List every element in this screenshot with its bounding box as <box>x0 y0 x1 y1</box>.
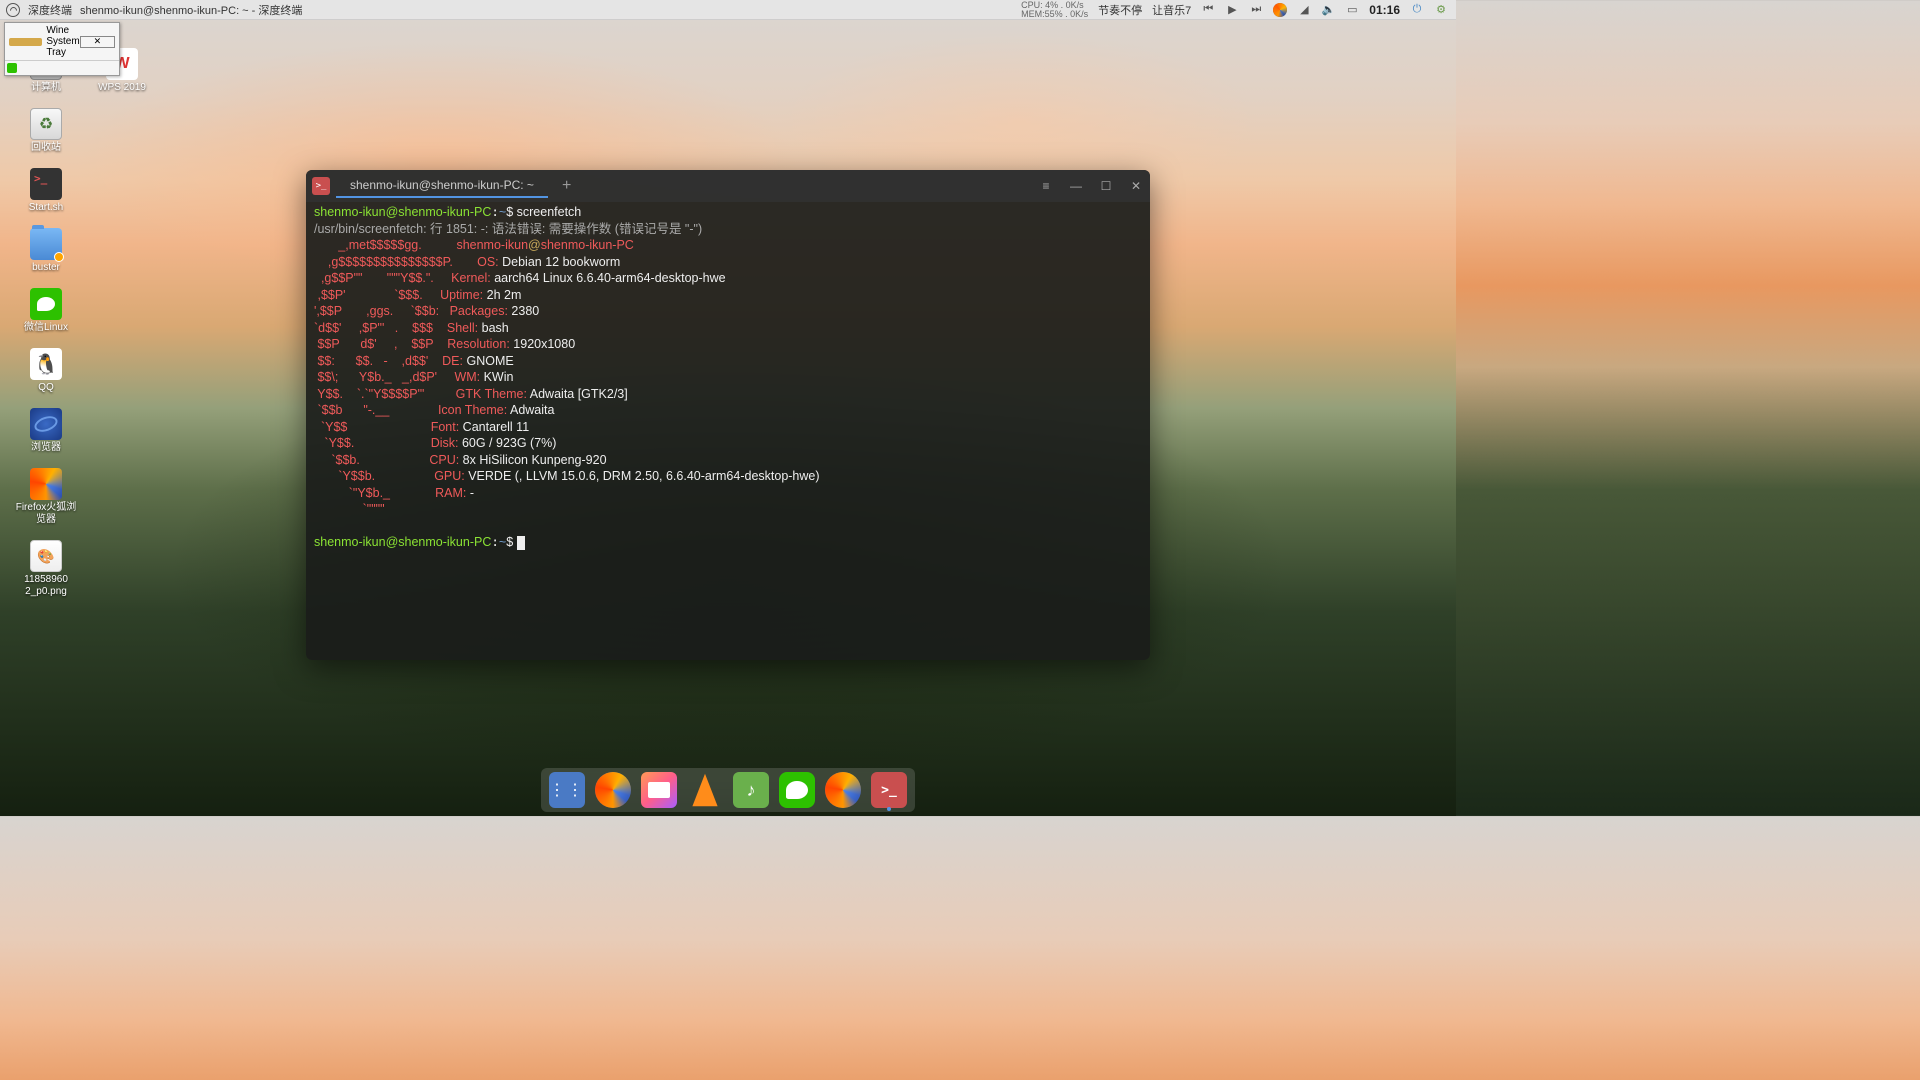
top-panel: 深度终端 shenmo-ikun@shenmo-ikun-PC: ~ - 深度终… <box>0 0 1456 20</box>
system-stats: CPU: 4% . 0K/s MEM:55% . 0K/s <box>1021 1 1088 19</box>
wine-tray-close-icon[interactable]: ✕ <box>80 36 115 48</box>
folder-icon <box>30 228 62 260</box>
terminal-app-icon <box>312 177 330 195</box>
media-play-icon[interactable]: ▶ <box>1225 3 1239 17</box>
dock-firefox[interactable] <box>595 772 631 808</box>
shell-script-icon <box>30 168 62 200</box>
desktop-icon-wechat[interactable]: 微信Linux <box>14 288 78 334</box>
wine-icon <box>9 38 42 46</box>
terminal-menu-icon[interactable]: ≡ <box>1038 179 1054 193</box>
wechat-icon <box>30 288 62 320</box>
firefox-icon <box>30 468 62 500</box>
panel-text-2[interactable]: 让音乐7 <box>1152 2 1191 18</box>
window-title: shenmo-ikun@shenmo-ikun-PC: ~ - 深度终端 <box>80 2 302 18</box>
terminal-window[interactable]: shenmo-ikun@shenmo-ikun-PC: ~ + ≡ — ☐ ✕ … <box>306 170 1150 660</box>
browser-icon <box>30 408 62 440</box>
wine-system-tray-window[interactable]: Wine System Tray ✕ <box>4 22 120 76</box>
panel-text-1[interactable]: 节奏不停 <box>1098 2 1142 18</box>
dock-music[interactable] <box>733 772 769 808</box>
image-file-icon <box>30 540 62 572</box>
dock-vlc[interactable] <box>687 772 723 808</box>
desktop-icon-browser[interactable]: 浏览器 <box>14 408 78 454</box>
media-prev-icon[interactable]: ⏮ <box>1201 3 1215 17</box>
desktop-icon-trash[interactable]: 回收站 <box>14 108 78 154</box>
desktop-icon-firefox[interactable]: Firefox火狐浏览器 <box>14 468 78 526</box>
terminal-body[interactable]: shenmo-ikun@shenmo-ikun-PC:~$ screenfetc… <box>306 202 1150 660</box>
terminal-minimize-icon[interactable]: — <box>1068 179 1084 193</box>
desktop-icon-buster[interactable]: buster <box>14 228 78 274</box>
app-name: 深度终端 <box>28 2 72 18</box>
desktop-icon-start-sh[interactable]: Start.sh <box>14 168 78 214</box>
clock[interactable]: 01:16 <box>1369 3 1400 17</box>
terminal-close-icon[interactable]: ✕ <box>1128 179 1144 193</box>
power-icon[interactable]: ⏻ <box>1410 3 1424 17</box>
dock-launcher[interactable] <box>549 772 585 808</box>
deepin-logo-icon[interactable] <box>6 3 20 17</box>
terminal-new-tab-icon[interactable]: + <box>554 177 579 195</box>
firefox-tray-icon[interactable] <box>1273 3 1287 17</box>
settings-icon[interactable]: ⚙ <box>1434 3 1448 17</box>
dock-terminal[interactable] <box>871 772 907 808</box>
network-icon[interactable]: ◢ <box>1297 3 1311 17</box>
trash-icon <box>30 108 62 140</box>
dock-firefox-2[interactable] <box>825 772 861 808</box>
terminal-titlebar[interactable]: shenmo-ikun@shenmo-ikun-PC: ~ + ≡ — ☐ ✕ <box>306 170 1150 202</box>
media-next-icon[interactable]: ⏭ <box>1249 3 1263 17</box>
battery-icon[interactable]: ▭ <box>1345 3 1359 17</box>
desktop-icon-image[interactable]: 11858960 2_p0.png <box>14 540 78 598</box>
qq-icon <box>30 348 62 380</box>
terminal-maximize-icon[interactable]: ☐ <box>1098 179 1114 193</box>
dock-wechat[interactable] <box>779 772 815 808</box>
wechat-tray-icon[interactable] <box>7 63 17 73</box>
wine-tray-title: Wine System Tray <box>46 25 79 58</box>
terminal-tab[interactable]: shenmo-ikun@shenmo-ikun-PC: ~ <box>336 174 548 198</box>
dock-gallery[interactable] <box>641 772 677 808</box>
desktop-icons-column-1: 计算机 回收站 Start.sh buster 微信Linux QQ 浏览器 F… <box>14 48 78 598</box>
dock <box>541 768 915 812</box>
volume-icon[interactable]: 🔈 <box>1321 3 1335 17</box>
desktop-icon-qq[interactable]: QQ <box>14 348 78 394</box>
